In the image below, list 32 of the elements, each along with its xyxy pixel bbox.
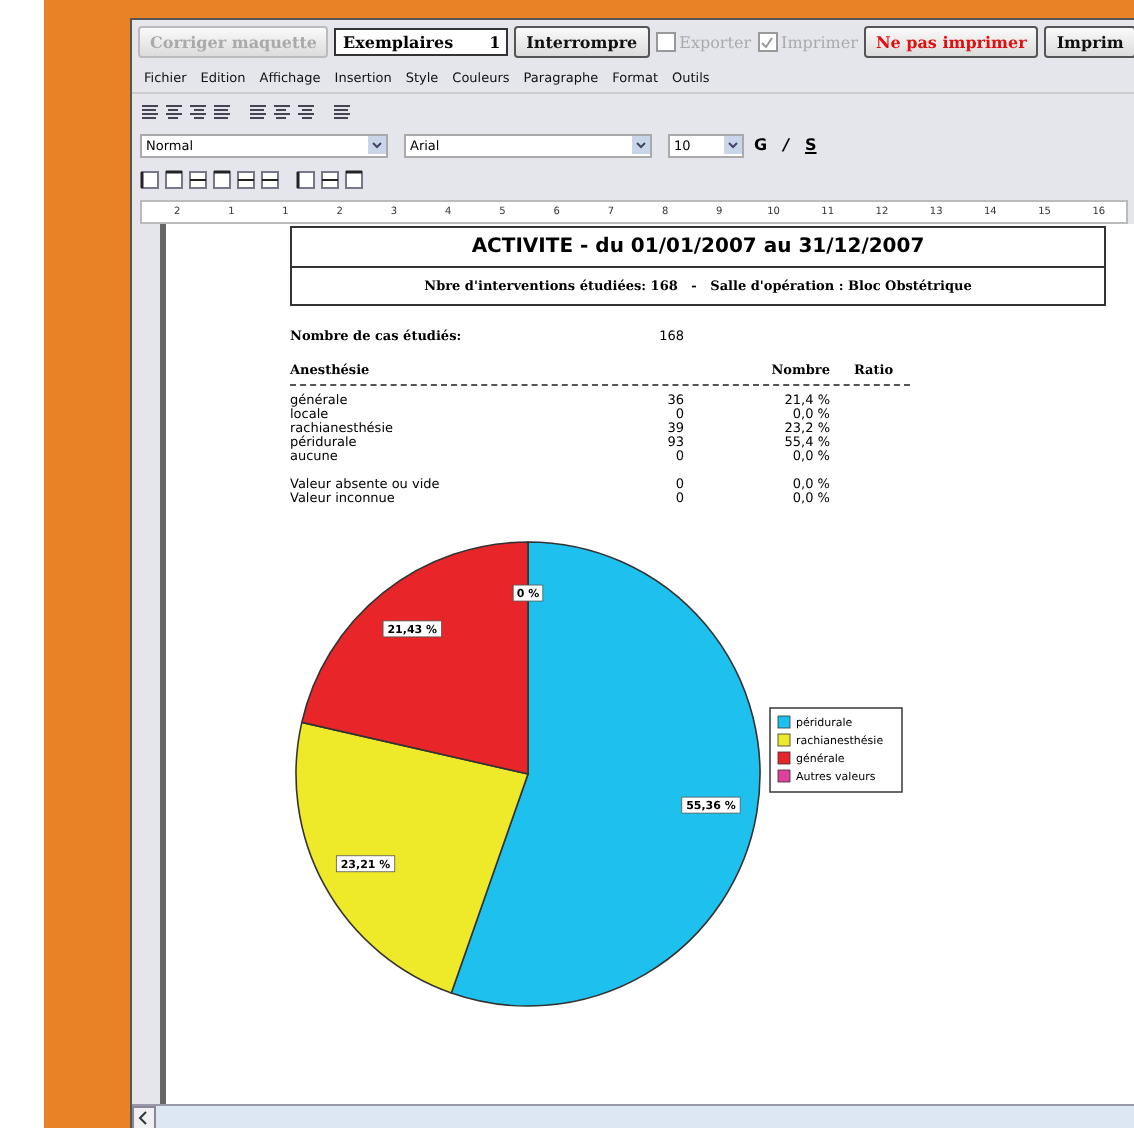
toolbar-button[interactable]: Imprim: [1044, 26, 1134, 58]
border-icon[interactable]: [212, 169, 232, 189]
dropdown-arrow-icon[interactable]: [724, 136, 742, 154]
field-label: Exemplaires: [342, 32, 454, 52]
border-icon[interactable]: [296, 169, 316, 189]
align-icon[interactable]: [212, 101, 232, 121]
border-icon[interactable]: [344, 169, 364, 189]
align-icon[interactable]: [140, 101, 160, 121]
legend-box: [769, 707, 903, 793]
border-icon[interactable]: [140, 169, 160, 189]
border-icon[interactable]: [188, 169, 208, 189]
field-value: 1: [489, 32, 501, 52]
border-icon[interactable]: [260, 169, 280, 189]
toolbar-button[interactable]: Ne pas imprimer: [863, 26, 1039, 58]
check-icon: [760, 35, 775, 49]
border-icon[interactable]: [164, 169, 184, 189]
align-icon[interactable]: [296, 101, 316, 121]
align-icon[interactable]: [164, 101, 184, 121]
border-icon[interactable]: [236, 169, 256, 189]
align-icon[interactable]: [332, 101, 352, 121]
toolbar-button[interactable]: Interrompre: [514, 26, 650, 58]
align-icon[interactable]: [188, 101, 208, 121]
align-icon[interactable]: [272, 101, 292, 121]
italic-button[interactable]: /: [783, 136, 789, 154]
bold-button[interactable]: G: [754, 136, 768, 154]
report-title: ACTIVITE - du 01/01/2007 au 31/12/2007: [292, 228, 1104, 268]
dropdown-arrow-icon[interactable]: [632, 136, 650, 154]
underline-button[interactable]: S: [805, 136, 817, 154]
border-icon[interactable]: [320, 169, 340, 189]
align-icon[interactable]: [248, 101, 268, 121]
dropdown-arrow-icon[interactable]: [368, 136, 386, 154]
copies-field[interactable]: Exemplaires 1: [334, 28, 509, 56]
